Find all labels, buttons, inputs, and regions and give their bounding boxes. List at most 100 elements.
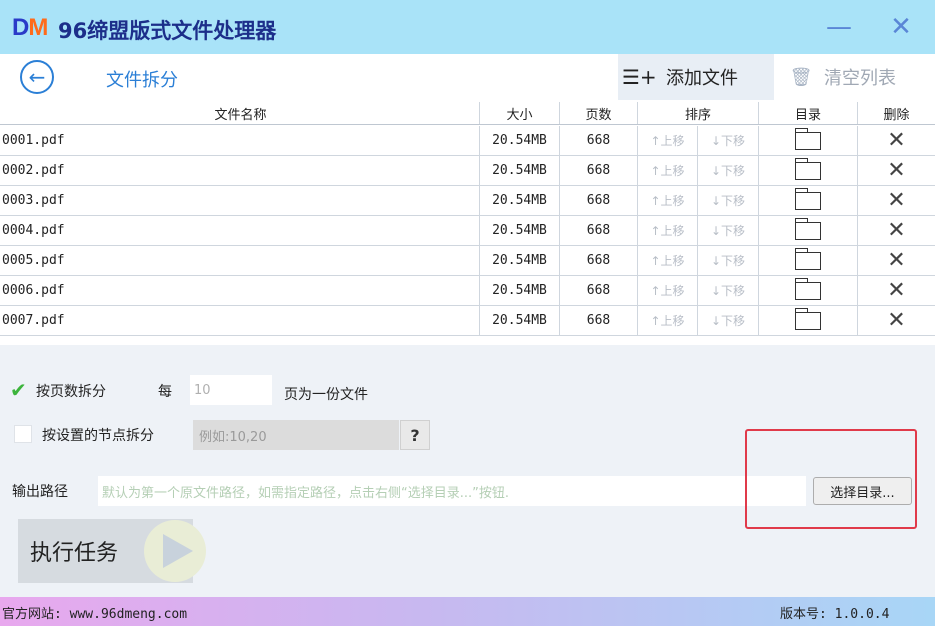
delete-row-button[interactable]: ✕ — [858, 156, 935, 185]
split-by-pages-checkbox[interactable]: ✔ — [10, 378, 27, 402]
column-header-sort: 排序 — [638, 102, 759, 124]
open-folder-button[interactable] — [759, 156, 858, 185]
close-icon: ✕ — [887, 248, 906, 273]
table-row[interactable]: 0003.pdf 20.54MB 668 ↑上移 ↓下移 ✕ — [0, 186, 935, 216]
clear-list-label: 清空列表 — [824, 68, 896, 89]
move-down-button[interactable]: ↓下移 — [698, 276, 759, 305]
close-icon: ✕ — [887, 278, 906, 303]
delete-row-button[interactable]: ✕ — [858, 126, 935, 155]
run-task-button[interactable]: 执行任务 — [18, 519, 206, 583]
file-name-cell: 0004.pdf — [0, 216, 480, 245]
delete-row-button[interactable]: ✕ — [858, 186, 935, 215]
file-name-cell: 0005.pdf — [0, 246, 480, 275]
add-file-button[interactable]: ☰+ 添加文件 — [618, 54, 774, 100]
delete-row-button[interactable]: ✕ — [858, 216, 935, 245]
title-bar: DM 96缔盟版式文件处理器 — ✕ — [0, 0, 935, 54]
file-name-cell: 0007.pdf — [0, 306, 480, 335]
output-path-label: 输出路径 — [12, 484, 68, 500]
open-folder-button[interactable] — [759, 126, 858, 155]
delete-row-button[interactable]: ✕ — [858, 306, 935, 335]
table-row[interactable]: 0007.pdf 20.54MB 668 ↑上移 ↓下移 ✕ — [0, 306, 935, 336]
clear-list-button[interactable]: 🗑 清空列表 — [786, 54, 935, 100]
status-bar: 官方网站: www.96dmeng.com 版本号: 1.0.0.4 — [0, 597, 935, 626]
move-down-button[interactable]: ↓下移 — [698, 306, 759, 335]
move-up-button[interactable]: ↑上移 — [638, 126, 698, 155]
close-icon: ✕ — [887, 158, 906, 183]
column-header-size: 大小 — [480, 102, 560, 124]
choose-directory-button[interactable]: 选择目录... — [813, 477, 912, 505]
table-row[interactable]: 0004.pdf 20.54MB 668 ↑上移 ↓下移 ✕ — [0, 216, 935, 246]
move-down-button[interactable]: ↓下移 — [698, 126, 759, 155]
add-list-icon: ☰+ — [622, 65, 657, 89]
arrow-left-icon: ← — [28, 65, 46, 89]
nodes-input[interactable]: 例如:10,20 — [193, 420, 399, 450]
file-size-cell: 20.54MB — [480, 276, 560, 305]
folder-icon — [794, 127, 821, 150]
pages-per-file-input[interactable]: 10 — [190, 375, 272, 405]
column-header-delete: 删除 — [883, 107, 910, 123]
close-icon: ✕ — [887, 308, 906, 333]
folder-icon — [794, 187, 821, 210]
move-up-button[interactable]: ↑上移 — [638, 306, 698, 335]
help-button[interactable]: ? — [400, 420, 430, 450]
file-size-cell: 20.54MB — [480, 156, 560, 185]
close-icon: ✕ — [887, 218, 906, 243]
run-task-label: 执行任务 — [30, 541, 119, 566]
minimize-button[interactable]: — — [808, 0, 870, 54]
move-up-button[interactable]: ↑上移 — [638, 156, 698, 185]
file-size-cell: 20.54MB — [480, 306, 560, 335]
move-down-button[interactable]: ↓下移 — [698, 216, 759, 245]
move-down-button[interactable]: ↓下移 — [698, 186, 759, 215]
split-by-nodes-checkbox[interactable] — [14, 425, 32, 443]
file-size-cell: 20.54MB — [480, 216, 560, 245]
file-name-cell: 0006.pdf — [0, 276, 480, 305]
table-row[interactable]: 0005.pdf 20.54MB 668 ↑上移 ↓下移 ✕ — [0, 246, 935, 276]
page-count-cell: 668 — [560, 186, 638, 215]
file-table: 文件名称 大小 页数 排序 目录 删除 0001.pdf 20.54MB 668 ↑上… — [0, 102, 935, 345]
app-title: 96缔盟版式文件处理器 — [58, 19, 277, 43]
table-header: 文件名称 大小 页数 排序 目录 删除 — [0, 102, 935, 125]
close-icon: ✕ — [887, 188, 906, 213]
file-size-cell: 20.54MB — [480, 186, 560, 215]
table-row[interactable]: 0002.pdf 20.54MB 668 ↑上移 ↓下移 ✕ — [0, 156, 935, 186]
page-count-cell: 668 — [560, 246, 638, 275]
move-up-button[interactable]: ↑上移 — [638, 276, 698, 305]
open-folder-button[interactable] — [759, 276, 858, 305]
page-count-cell: 668 — [560, 216, 638, 245]
file-name-cell: 0001.pdf — [0, 126, 480, 155]
column-header-pages: 页数 — [560, 102, 638, 124]
move-up-button[interactable]: ↑上移 — [638, 216, 698, 245]
open-folder-button[interactable] — [759, 306, 858, 335]
trash-icon: 🗑 — [789, 66, 813, 88]
page-title: 文件拆分 — [106, 70, 178, 91]
folder-icon — [794, 247, 821, 270]
file-name-cell: 0003.pdf — [0, 186, 480, 215]
move-up-button[interactable]: ↑上移 — [638, 186, 698, 215]
file-name-cell: 0002.pdf — [0, 156, 480, 185]
pages-per-file-suffix: 页为一份文件 — [284, 387, 368, 403]
output-path-input[interactable]: 默认为第一个原文件路径，如需指定路径，点击右侧“选择目录...”按钮. — [98, 476, 806, 506]
delete-row-button[interactable]: ✕ — [858, 276, 935, 305]
back-button[interactable]: ← — [20, 60, 54, 94]
page-count-cell: 668 — [560, 306, 638, 335]
folder-icon — [794, 157, 821, 180]
table-row[interactable]: 0001.pdf 20.54MB 668 ↑上移 ↓下移 ✕ — [0, 126, 935, 156]
toolbar: ← 文件拆分 ☰+ 添加文件 🗑 清空列表 — [0, 54, 935, 102]
page-count-cell: 668 — [560, 126, 638, 155]
add-file-label: 添加文件 — [666, 68, 738, 89]
official-site: 官方网站: www.96dmeng.com — [2, 607, 188, 622]
page-count-cell: 668 — [560, 276, 638, 305]
split-by-pages-label: 按页数拆分 — [36, 384, 106, 400]
open-folder-button[interactable] — [759, 246, 858, 275]
app-logo: DM — [12, 14, 48, 41]
move-up-button[interactable]: ↑上移 — [638, 246, 698, 275]
move-down-button[interactable]: ↓下移 — [698, 246, 759, 275]
delete-row-button[interactable]: ✕ — [858, 246, 935, 275]
split-by-nodes-label: 按设置的节点拆分 — [42, 428, 154, 444]
close-window-button[interactable]: ✕ — [870, 0, 932, 54]
table-row[interactable]: 0006.pdf 20.54MB 668 ↑上移 ↓下移 ✕ — [0, 276, 935, 306]
file-size-cell: 20.54MB — [480, 126, 560, 155]
open-folder-button[interactable] — [759, 216, 858, 245]
move-down-button[interactable]: ↓下移 — [698, 156, 759, 185]
open-folder-button[interactable] — [759, 186, 858, 215]
